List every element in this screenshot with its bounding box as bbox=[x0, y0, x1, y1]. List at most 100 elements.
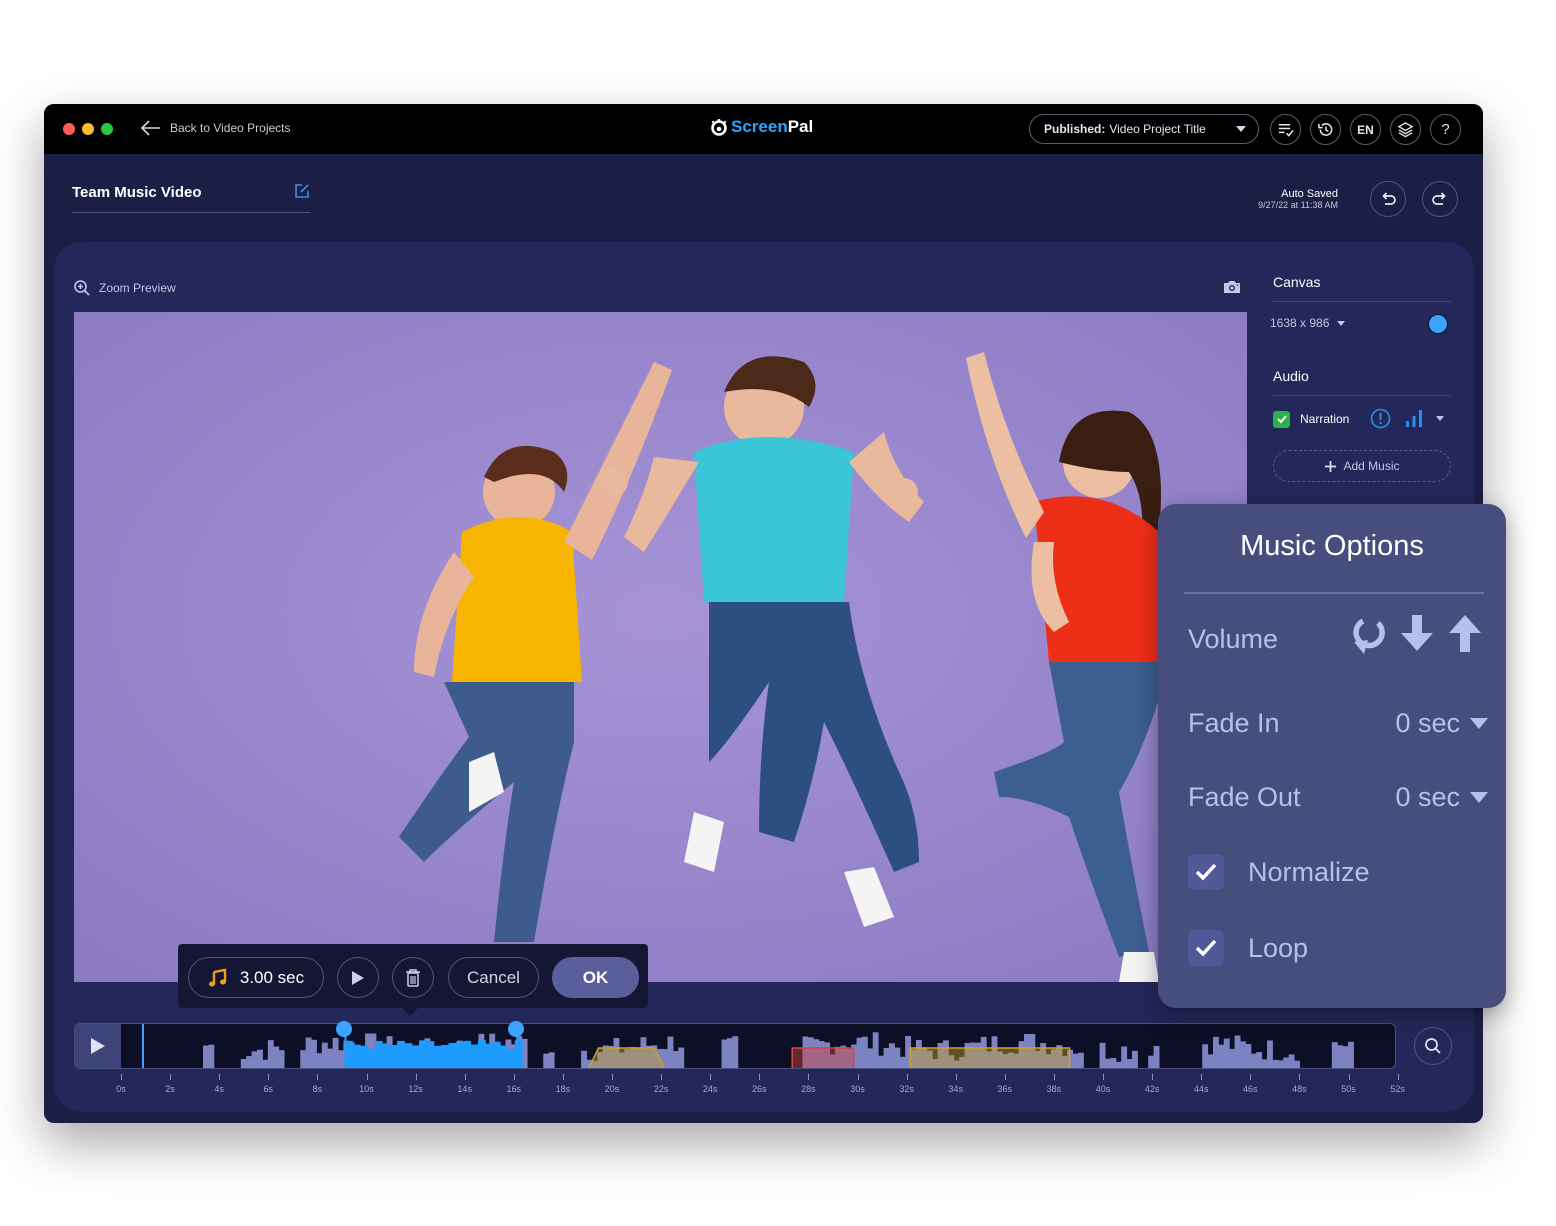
waveform-bar bbox=[1223, 1038, 1230, 1068]
tick-mark bbox=[219, 1074, 221, 1080]
tick-label: 50s bbox=[1341, 1084, 1356, 1094]
narration-dropdown-icon[interactable] bbox=[1436, 416, 1444, 421]
waveform-bar bbox=[672, 1050, 679, 1068]
duration-pill[interactable]: 3.00 sec bbox=[188, 957, 324, 998]
selected-waveform-bar bbox=[470, 1044, 479, 1068]
maximize-window-button[interactable] bbox=[101, 123, 113, 135]
canvas-color-picker[interactable] bbox=[1428, 314, 1448, 334]
fade-out-dropdown[interactable]: 0 sec bbox=[1395, 782, 1488, 813]
waveform-bar bbox=[1207, 1054, 1214, 1068]
close-window-button[interactable] bbox=[63, 123, 75, 135]
minimize-window-button[interactable] bbox=[82, 123, 94, 135]
timeline-play-button[interactable] bbox=[75, 1024, 121, 1068]
tick-label: 46s bbox=[1243, 1084, 1258, 1094]
playhead[interactable] bbox=[142, 1024, 145, 1068]
layers-button[interactable] bbox=[1390, 114, 1421, 145]
waveform-bar bbox=[1213, 1036, 1219, 1068]
selected-waveform-bar bbox=[426, 1041, 435, 1068]
tick-label: 24s bbox=[702, 1084, 718, 1094]
waveform-bar bbox=[203, 1045, 209, 1068]
play-icon bbox=[91, 1038, 105, 1054]
fade-in-dropdown[interactable]: 0 sec bbox=[1395, 708, 1488, 739]
timeline-ruler: 0s 2s 4s 6s 8s 10s 12s 14s 16s 18s 20s 22s 24s 26s 28s… bbox=[0, 1074, 1556, 1098]
volume-up-icon[interactable] bbox=[1446, 612, 1484, 654]
publish-dropdown[interactable]: Published: Video Project Title bbox=[1029, 114, 1259, 144]
volume-label: Volume bbox=[1188, 624, 1279, 654]
arrow-left-icon bbox=[140, 120, 160, 136]
waveform-bar bbox=[1110, 1058, 1117, 1068]
canvas-size-dropdown[interactable]: 1638 x 986 bbox=[1270, 316, 1346, 330]
delete-clip-button[interactable] bbox=[392, 957, 434, 998]
waveform-bar bbox=[1148, 1055, 1155, 1068]
waveform-bar bbox=[883, 1047, 890, 1068]
volume-down-icon[interactable] bbox=[1398, 612, 1436, 654]
timeline-track[interactable] bbox=[74, 1023, 1396, 1069]
tick-label: 26s bbox=[752, 1084, 767, 1094]
waveform-bar bbox=[899, 1056, 906, 1068]
edit-icon[interactable] bbox=[294, 183, 310, 199]
canvas-settings-row: 1638 x 986 bbox=[1270, 302, 1451, 344]
music-options-popup: Music Options Volume Fade In 0 sec Fade … bbox=[1158, 504, 1506, 1008]
zoom-preview-label: Zoom Preview bbox=[99, 281, 176, 295]
reset-volume-icon[interactable] bbox=[1350, 612, 1388, 654]
fade-segment[interactable] bbox=[588, 1047, 665, 1068]
add-music-button[interactable]: Add Music bbox=[1273, 450, 1451, 482]
checkmark-icon bbox=[1276, 415, 1287, 424]
help-button[interactable]: ? bbox=[1430, 114, 1461, 145]
ok-button[interactable]: OK bbox=[552, 957, 639, 998]
fade-segment[interactable] bbox=[909, 1047, 1071, 1068]
publish-prefix: Published: bbox=[1044, 122, 1106, 136]
waveform-bar bbox=[1245, 1044, 1252, 1068]
tick-mark bbox=[1201, 1074, 1203, 1080]
ok-label: OK bbox=[582, 967, 609, 987]
audio-heading: Audio bbox=[1273, 368, 1451, 396]
undo-button[interactable] bbox=[1370, 181, 1406, 217]
waveform-bar bbox=[262, 1059, 269, 1068]
waveform-bar bbox=[1099, 1042, 1106, 1068]
waveform-bar bbox=[208, 1044, 215, 1068]
waveform-bar bbox=[867, 1048, 874, 1068]
narration-checkbox[interactable] bbox=[1273, 410, 1290, 428]
waveform-bar bbox=[1218, 1044, 1225, 1068]
waveform-bar bbox=[1250, 1053, 1257, 1068]
narration-row: Narration bbox=[1273, 396, 1451, 442]
waveform-bar bbox=[251, 1051, 258, 1068]
side-panel: Canvas 1638 x 986 Audio Narration Add Mu… bbox=[1270, 274, 1451, 482]
timeline-zoom-button[interactable] bbox=[1414, 1027, 1452, 1065]
redo-button[interactable] bbox=[1422, 181, 1458, 217]
tick-mark bbox=[1103, 1074, 1104, 1080]
volume-level-icon[interactable] bbox=[1404, 409, 1424, 427]
waveform-bar bbox=[240, 1058, 247, 1068]
play-clip-button[interactable] bbox=[337, 957, 379, 998]
waveform-bar bbox=[321, 1042, 328, 1068]
project-title[interactable]: Team Music Video bbox=[72, 184, 310, 213]
tick-label: 0s bbox=[116, 1084, 126, 1094]
tick-mark bbox=[1152, 1074, 1154, 1080]
info-icon[interactable] bbox=[1370, 408, 1391, 429]
language-button[interactable]: EN bbox=[1350, 114, 1381, 145]
tick-label: 22s bbox=[653, 1084, 669, 1094]
waveform-bar bbox=[1261, 1059, 1268, 1068]
tick-mark bbox=[808, 1074, 810, 1080]
tick-label: 30s bbox=[850, 1084, 865, 1094]
tick-mark bbox=[1299, 1074, 1301, 1080]
history-button[interactable] bbox=[1310, 114, 1341, 145]
video-preview[interactable] bbox=[74, 312, 1247, 982]
cut-segment[interactable] bbox=[791, 1047, 855, 1068]
loop-checkbox[interactable] bbox=[1188, 930, 1224, 966]
chevron-down-icon bbox=[1236, 126, 1246, 132]
normalize-label: Normalize bbox=[1248, 857, 1370, 887]
checkmark-icon bbox=[1195, 863, 1217, 881]
checklist-button[interactable] bbox=[1270, 114, 1301, 145]
waveform-bar bbox=[1153, 1046, 1160, 1068]
selected-waveform-bar bbox=[345, 1040, 354, 1068]
tick-mark bbox=[513, 1074, 515, 1080]
cancel-button[interactable]: Cancel bbox=[448, 957, 539, 998]
zoom-preview-button[interactable]: Zoom Preview bbox=[73, 279, 176, 297]
selected-waveform-bar bbox=[448, 1042, 457, 1068]
checkmark-icon bbox=[1195, 939, 1217, 957]
normalize-checkbox[interactable] bbox=[1188, 854, 1224, 890]
camera-icon[interactable] bbox=[1222, 279, 1242, 295]
waveform-bar bbox=[581, 1050, 587, 1068]
back-to-projects-link[interactable]: Back to Video Projects bbox=[140, 119, 291, 137]
